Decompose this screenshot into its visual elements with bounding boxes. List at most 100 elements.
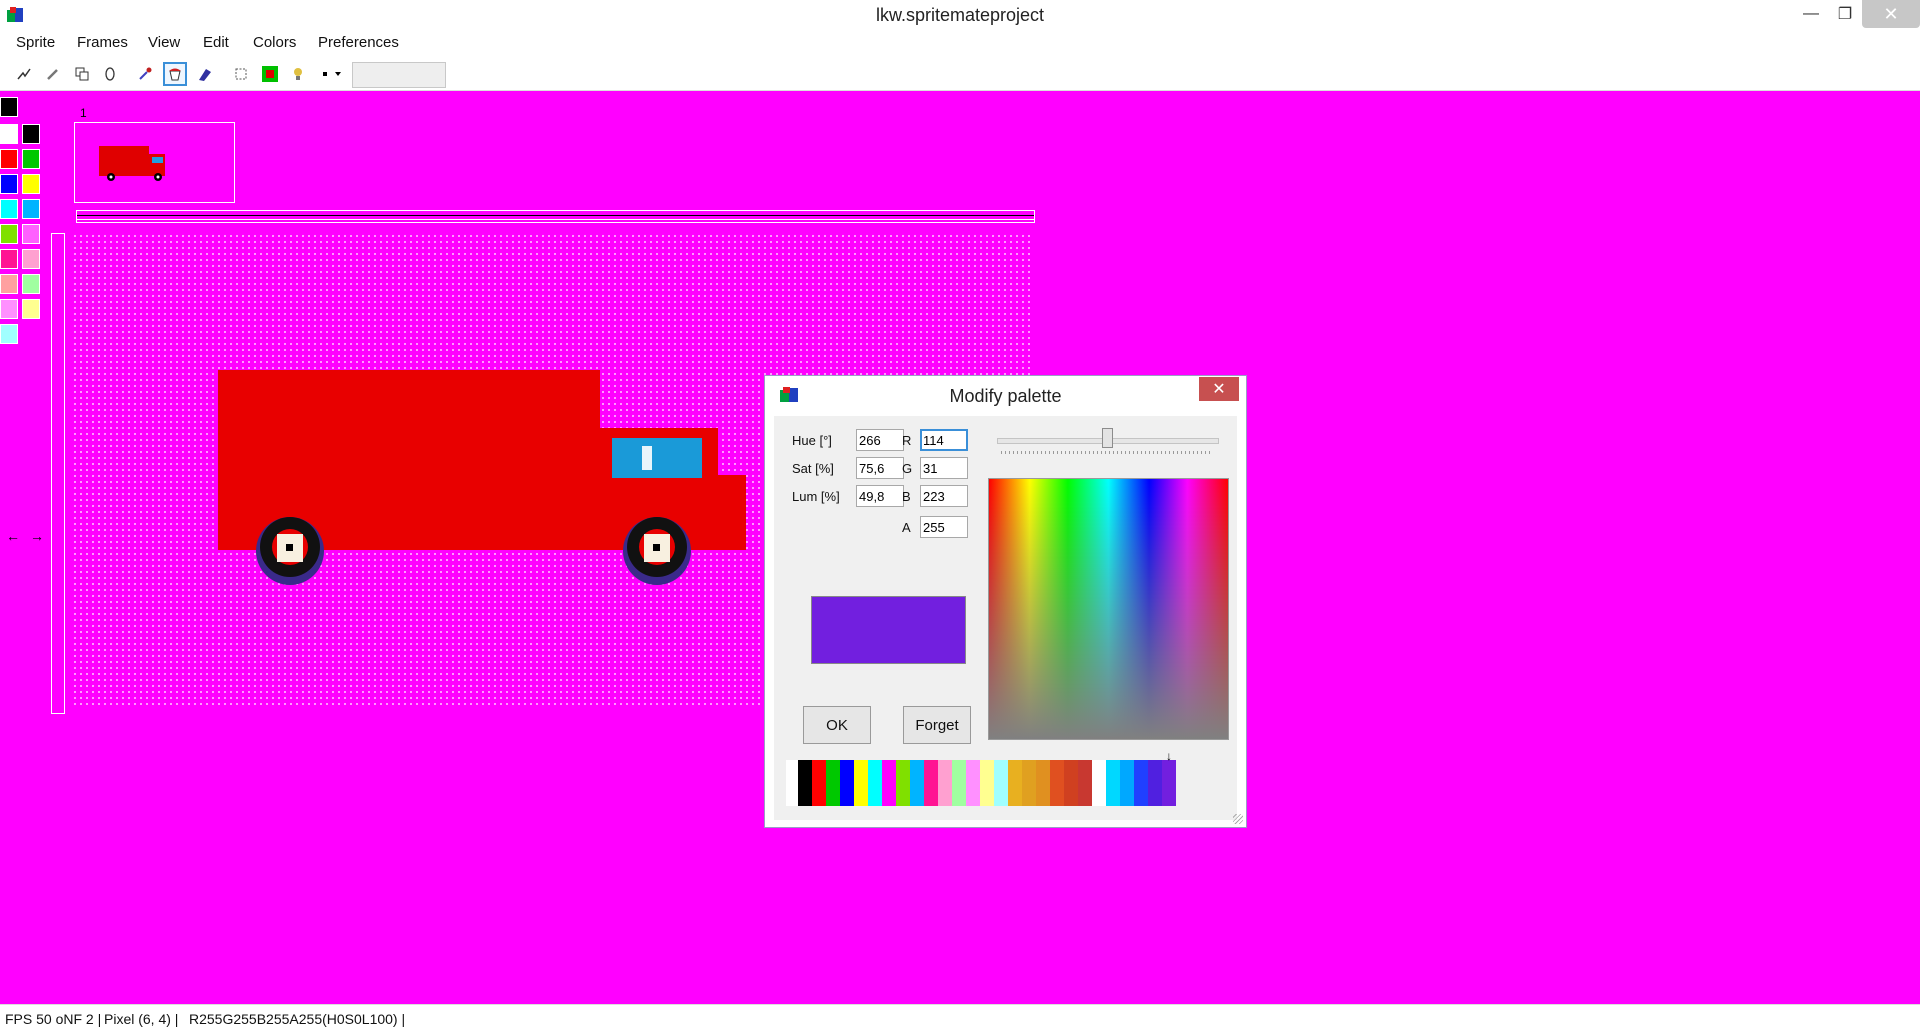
luminance-slider-thumb[interactable] xyxy=(1102,428,1113,448)
strip-color-cell[interactable] xyxy=(980,760,994,806)
red-input[interactable] xyxy=(920,429,968,451)
color-picker-icon[interactable] xyxy=(135,64,155,84)
menu-colors[interactable]: Colors xyxy=(253,34,296,51)
palette-swatch[interactable] xyxy=(0,299,18,319)
palette-strip[interactable] xyxy=(786,760,1176,806)
palette-swatch[interactable] xyxy=(0,224,18,244)
palette-swatch[interactable] xyxy=(0,124,18,144)
lum-label: Lum [%] xyxy=(792,489,840,504)
copy-frames-icon[interactable] xyxy=(72,64,92,84)
horizontal-scrollbar[interactable] xyxy=(76,210,1035,223)
menu-sprite[interactable]: Sprite xyxy=(16,34,55,51)
g-label: G xyxy=(902,461,913,476)
ellipse-icon[interactable] xyxy=(100,64,120,84)
menu-frames[interactable]: Frames xyxy=(77,34,128,51)
palette-swatch[interactable] xyxy=(22,149,40,169)
frame-number: 1 xyxy=(80,106,87,120)
frame-thumbnail[interactable] xyxy=(74,122,235,203)
strip-color-cell[interactable] xyxy=(840,760,854,806)
forget-button[interactable]: Forget xyxy=(903,706,971,744)
custom-strip-color-cell[interactable] xyxy=(1162,760,1176,806)
strip-color-cell[interactable] xyxy=(854,760,868,806)
menu-view[interactable]: View xyxy=(148,34,180,51)
strip-color-cell[interactable] xyxy=(910,760,924,806)
palette-swatch[interactable] xyxy=(22,299,40,319)
blue-input[interactable] xyxy=(920,485,968,507)
color-spectrum[interactable] xyxy=(988,478,1229,740)
palette-swatch[interactable] xyxy=(0,174,18,194)
strip-color-cell[interactable] xyxy=(938,760,952,806)
status-pixel: Pixel (6, 4) | xyxy=(104,1011,179,1027)
palette-swatch[interactable] xyxy=(22,224,40,244)
lum-input[interactable] xyxy=(856,485,904,507)
dialog-body: Hue [°] Sat [%] Lum [%] R G B A OK Forge… xyxy=(774,416,1237,820)
selection-icon[interactable] xyxy=(231,64,251,84)
palette-swatch[interactable] xyxy=(22,274,40,294)
dialog-title: Modify palette xyxy=(949,386,1062,406)
strip-color-cell[interactable] xyxy=(826,760,840,806)
green-input[interactable] xyxy=(920,457,968,479)
bulb-icon[interactable] xyxy=(288,64,308,84)
strip-color-cell[interactable] xyxy=(994,760,1008,806)
palette-swatch[interactable] xyxy=(0,249,18,269)
ok-button[interactable]: OK xyxy=(803,706,871,744)
strip-color-cell[interactable] xyxy=(1008,760,1022,806)
current-color-swatch[interactable] xyxy=(0,97,18,117)
strip-color-cell[interactable] xyxy=(1064,760,1078,806)
strip-color-cell[interactable] xyxy=(882,760,896,806)
toolbar-field[interactable] xyxy=(352,62,446,88)
custom-strip-color-cell[interactable] xyxy=(1120,760,1134,806)
strip-color-cell[interactable] xyxy=(1036,760,1050,806)
strip-color-cell[interactable] xyxy=(966,760,980,806)
rear-wheel xyxy=(256,517,324,585)
minimize-button[interactable]: — xyxy=(1796,0,1826,28)
strip-color-cell[interactable] xyxy=(1050,760,1064,806)
palette-swatch[interactable] xyxy=(0,274,18,294)
brush-size-icon[interactable] xyxy=(318,64,348,84)
color-preview xyxy=(811,596,966,664)
hue-input[interactable] xyxy=(856,429,904,451)
palette-swatch[interactable] xyxy=(0,324,18,344)
previous-frame-button[interactable]: ← xyxy=(6,528,20,544)
strip-color-cell[interactable] xyxy=(896,760,910,806)
menu-edit[interactable]: Edit xyxy=(203,34,229,51)
custom-strip-color-cell[interactable] xyxy=(1148,760,1162,806)
pencil-icon[interactable] xyxy=(43,64,63,84)
palette-swatch[interactable] xyxy=(22,199,40,219)
status-fps: FPS 50 oNF 2 | xyxy=(5,1011,102,1027)
dialog-close-button[interactable]: ✕ xyxy=(1199,377,1239,401)
palette-swatch[interactable] xyxy=(0,199,18,219)
modify-palette-dialog: Modify palette ✕ Hue [°] Sat [%] Lum [%]… xyxy=(764,375,1247,828)
palette-swatch[interactable] xyxy=(0,149,18,169)
strip-color-cell[interactable] xyxy=(952,760,966,806)
strip-color-cell[interactable] xyxy=(924,760,938,806)
strip-color-cell[interactable] xyxy=(812,760,826,806)
palette-swatch[interactable] xyxy=(22,124,40,144)
b-label: B xyxy=(902,489,911,504)
window-title: lkw.spritemateproject xyxy=(875,5,1045,25)
palette-swatch[interactable] xyxy=(22,249,40,269)
status-color: R255G255B255A255(H0S0L100) | xyxy=(189,1011,406,1027)
strip-color-cell[interactable] xyxy=(798,760,812,806)
next-frame-button[interactable]: → xyxy=(30,528,44,544)
palette-swatch[interactable] xyxy=(22,174,40,194)
hue-label: Hue [°] xyxy=(792,433,832,448)
close-button[interactable]: ✕ xyxy=(1862,0,1920,28)
maximize-button[interactable]: ❐ xyxy=(1830,0,1860,28)
lasso-icon[interactable] xyxy=(14,64,34,84)
eraser-icon[interactable] xyxy=(195,64,215,84)
status-bar: FPS 50 oNF 2 | Pixel (6, 4) | R255G255B2… xyxy=(0,1004,1920,1031)
vertical-scrollbar[interactable] xyxy=(51,233,65,714)
bucket-fill-icon[interactable] xyxy=(163,62,187,86)
strip-color-cell[interactable] xyxy=(1022,760,1036,806)
strip-color-cell[interactable] xyxy=(868,760,882,806)
color-swap-icon[interactable] xyxy=(260,64,280,84)
a-label: A xyxy=(902,520,911,535)
sat-input[interactable] xyxy=(856,457,904,479)
resize-grip[interactable] xyxy=(1233,814,1243,824)
menu-preferences[interactable]: Preferences xyxy=(318,34,399,51)
custom-strip-color-cell[interactable] xyxy=(1106,760,1120,806)
custom-strip-color-cell[interactable] xyxy=(1134,760,1148,806)
strip-color-cell[interactable] xyxy=(1078,760,1092,806)
alpha-input[interactable] xyxy=(920,516,968,538)
